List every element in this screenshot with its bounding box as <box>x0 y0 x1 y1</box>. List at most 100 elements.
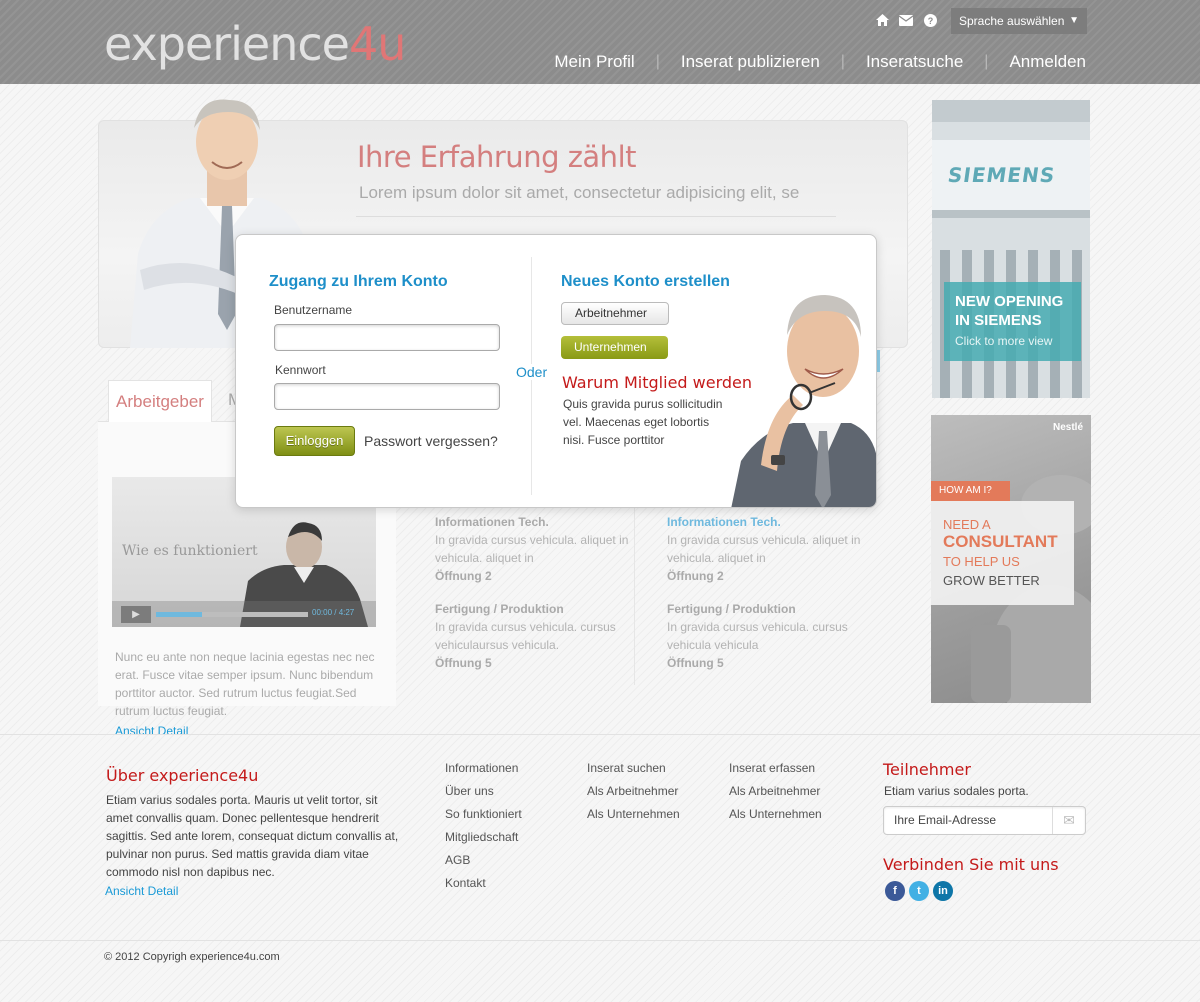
footer-link[interactable]: Als Arbeitnehmer <box>729 780 822 803</box>
siemens-ad-box: NEW OPENING IN SIEMENS Click to more vie… <box>944 282 1081 361</box>
email-placeholder: Ihre Email-Adresse <box>894 813 997 827</box>
job-item[interactable]: Fertigung / Produktion In gravida cursus… <box>435 600 635 672</box>
job-item[interactable]: Informationen Tech. In gravida cursus ve… <box>667 513 867 585</box>
login-modal: Zugang zu Ihrem Konto Benutzername Kennw… <box>235 234 877 508</box>
footer-divider <box>0 734 1200 735</box>
nav-item-profile[interactable]: Mein Profil <box>533 52 655 72</box>
footer-link[interactable]: Informationen <box>445 757 522 780</box>
hero-title: Ihre Erfahrung zählt <box>357 140 637 174</box>
register-employee-button[interactable]: Arbeitnehmer <box>561 302 669 325</box>
login-button[interactable]: Einloggen <box>274 426 355 456</box>
login-title: Zugang zu Ihrem Konto <box>269 273 448 290</box>
nestle-ad[interactable]: Nestlé HOW AM I? NEED A CONSULTANT TO HE… <box>931 415 1091 703</box>
job-openings: Öffnung 5 <box>435 656 492 670</box>
footer-members-title: Teilnehmer <box>883 760 971 779</box>
why-member-text: Quis gravida purus sollicitudin vel. Mae… <box>563 397 723 447</box>
video-progress-fill <box>156 612 202 617</box>
nestle-ad-tag: HOW AM I? <box>931 481 1010 501</box>
help-icon[interactable]: ? <box>922 12 938 28</box>
tab-description: Nunc eu ante non neque lacinia egestas n… <box>115 650 375 718</box>
footer-link[interactable]: AGB <box>445 849 522 872</box>
job-text: In gravida cursus vehicula. cursus vehic… <box>667 620 848 652</box>
footer-links-col-1: Informationen Über uns So funktioniert M… <box>445 757 522 895</box>
logo-accent: 4u <box>348 17 406 71</box>
site-logo[interactable]: experience4u <box>104 17 406 71</box>
job-title: Fertigung / Produktion <box>435 602 564 616</box>
mail-icon[interactable] <box>898 12 914 28</box>
chevron-down-icon: ▼ <box>1069 15 1079 26</box>
password-label: Kennwort <box>275 363 326 377</box>
hero-divider <box>356 216 836 217</box>
tab-arbeitgeber[interactable]: Arbeitgeber <box>108 380 212 422</box>
footer-members-text: Etiam varius sodales porta. <box>884 784 1029 798</box>
footer-link[interactable]: Als Unternehmen <box>729 803 822 826</box>
smiling-man-image <box>731 265 876 507</box>
or-label: Oder <box>516 364 548 380</box>
username-label: Benutzername <box>274 303 353 317</box>
job-item[interactable]: Fertigung / Produktion In gravida cursus… <box>667 600 867 672</box>
job-text: In gravida cursus vehicula. aliquet in v… <box>435 533 629 565</box>
footer-link[interactable]: Inserat suchen <box>587 757 680 780</box>
envelope-icon[interactable]: ✉ <box>1052 807 1085 834</box>
job-text: In gravida cursus vehicula. cursus vehic… <box>435 620 616 652</box>
job-text: In gravida cursus vehicula. aliquet in v… <box>667 533 861 565</box>
twitter-icon[interactable]: t <box>909 881 929 901</box>
nestle-ad-line-1: NEED A <box>943 517 991 532</box>
siemens-ad-headline-2: IN SIEMENS <box>955 312 1042 329</box>
job-openings: Öffnung 2 <box>667 569 724 583</box>
main-nav: Mein Profil | Inserat publizieren | Inse… <box>533 52 1086 72</box>
play-icon[interactable]: ▶ <box>121 606 151 623</box>
footer-link[interactable]: So funktioniert <box>445 803 522 826</box>
video-progress-track[interactable] <box>156 612 308 617</box>
video-title: Wie es funktioniert <box>122 543 258 559</box>
job-title: Informationen Tech. <box>435 515 549 529</box>
footer-link[interactable]: Mitgliedschaft <box>445 826 522 849</box>
username-input[interactable] <box>274 324 500 351</box>
job-item[interactable]: Informationen Tech. In gravida cursus ve… <box>435 513 635 585</box>
top-icons: ? <box>874 12 938 28</box>
job-title: Informationen Tech. <box>667 515 781 529</box>
language-selector[interactable]: Sprache auswählen ▼ <box>951 8 1087 34</box>
copyright: © 2012 Copyrigh experience4u.com <box>104 951 280 963</box>
nav-item-login[interactable]: Anmelden <box>988 52 1086 72</box>
siemens-ad-cta[interactable]: Click to more view <box>955 334 1052 348</box>
nestle-ad-line-2: CONSULTANT <box>943 532 1058 551</box>
footer-link[interactable]: Kontakt <box>445 872 522 895</box>
newsletter-email-input[interactable]: Ihre Email-Adresse ✉ <box>883 806 1086 835</box>
footer-link[interactable]: Über uns <box>445 780 522 803</box>
svg-text:?: ? <box>927 16 933 26</box>
social-links: f t in <box>885 881 953 901</box>
nestle-ad-box: NEED A CONSULTANT TO HELP US GROW BETTER <box>931 501 1074 605</box>
forgot-password-link[interactable]: Passwort vergessen? <box>364 433 498 449</box>
footer-about-link[interactable]: Ansicht Detail <box>105 884 178 898</box>
nestle-ad-line-4: GROW BETTER <box>943 573 1040 588</box>
logo-main: experience <box>104 17 350 71</box>
linkedin-icon[interactable]: in <box>933 881 953 901</box>
job-title: Fertigung / Produktion <box>667 602 796 616</box>
video-time: 00:00 / 4:27 <box>312 608 355 617</box>
footer-link[interactable]: Als Arbeitnehmer <box>587 780 680 803</box>
footer-link[interactable]: Als Unternehmen <box>587 803 680 826</box>
job-openings: Öffnung 5 <box>667 656 724 670</box>
nestle-ad-line-3: TO HELP US <box>943 554 1020 569</box>
site-header: experience4u ? Sprache auswählen ▼ Mein … <box>0 0 1200 84</box>
jobs-column-2: Informationen Tech. In gravida cursus ve… <box>667 513 867 687</box>
tab-detail-link[interactable]: Ansicht Detail <box>115 724 188 738</box>
home-icon[interactable] <box>874 12 890 28</box>
footer-link[interactable]: Inserat erfassen <box>729 757 822 780</box>
footer-about-title: Über experience4u <box>106 766 259 785</box>
footer-about-text: Etiam varius sodales porta. Mauris ut ve… <box>106 793 399 879</box>
nav-item-publish[interactable]: Inserat publizieren <box>660 52 841 72</box>
footer-links-col-2: Inserat suchen Als Arbeitnehmer Als Unte… <box>587 757 680 826</box>
job-openings: Öffnung 2 <box>435 569 492 583</box>
facebook-icon[interactable]: f <box>885 881 905 901</box>
jobs-column-1: Informationen Tech. In gravida cursus ve… <box>435 513 635 687</box>
siemens-ad-headline: NEW OPENING IN SIEMENS <box>955 292 1063 330</box>
footer-bottom-divider <box>0 940 1200 941</box>
register-title: Neues Konto erstellen <box>561 273 730 290</box>
nav-item-search[interactable]: Inseratsuche <box>845 52 984 72</box>
register-company-button[interactable]: Unternehmen <box>561 336 668 359</box>
siemens-ad[interactable]: SIEMENS NEW OPENING IN SIEMENS Click to … <box>932 100 1090 398</box>
siemens-ad-headline-1: NEW OPENING <box>955 293 1064 310</box>
password-input[interactable] <box>274 383 500 410</box>
